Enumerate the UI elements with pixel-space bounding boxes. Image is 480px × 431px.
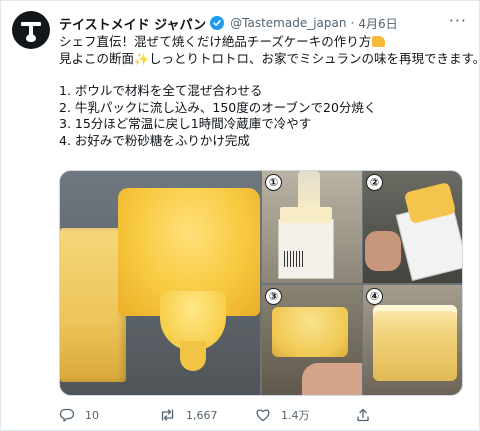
share-icon [357, 408, 369, 422]
tweet-line-2b-text: しっとりトロトロ、お家でミシュランの味を再現できます。 [148, 50, 480, 66]
avatar[interactable] [12, 11, 50, 49]
checkmark-icon [213, 20, 221, 26]
tweet-text: シェフ直伝！混ぜて焼くだけ絶品チーズケーキの作り方 見よこの断面✨しっとりトロト… [59, 34, 480, 149]
reply-icon [59, 408, 75, 422]
reply-count: 10 [85, 408, 99, 422]
step-number-3: ③ [265, 288, 282, 305]
verified-badge-icon [210, 16, 225, 30]
step-photo-4[interactable]: ④ [363, 285, 462, 395]
step-line-3: 3. 15分ほど常温に戻し1時間冷蔵庫で冷やす [59, 116, 312, 131]
step-number-4: ④ [366, 288, 383, 305]
display-name[interactable]: テイストメイド ジャパン [59, 14, 206, 33]
pouring-batter [298, 171, 320, 211]
retweet-icon [161, 409, 174, 421]
tweet-line-1: シェフ直伝！混ぜて焼くだけ絶品チーズケーキの作り方 [59, 34, 469, 51]
milk-carton [278, 219, 334, 279]
separator: · [350, 16, 355, 30]
step-number-1: ① [265, 174, 282, 191]
tweet-header: テイストメイド ジャパン @Tastemade_japan · 4月6日 [59, 13, 398, 33]
retweet-count: 1,667 [186, 408, 218, 422]
share-button[interactable] [355, 405, 371, 425]
media-grid[interactable]: ① ② ③ ④ [59, 170, 463, 396]
hand [365, 231, 401, 271]
barcode [284, 251, 304, 267]
heart-icon [256, 409, 270, 422]
step-line-2: 2. 牛乳パックに流し込み、150度のオーブンで20分焼く [59, 99, 377, 115]
finished-cake [373, 305, 457, 381]
tweet-line-2: 見よこの断面✨しっとりトロトロ、お家でミシュランの味を再現できます。 [59, 50, 480, 68]
action-bar: 10 1,667 1.4万 [59, 405, 469, 425]
step-photo-1[interactable]: ① [262, 171, 362, 283]
retweet-button[interactable]: 1,667 [159, 405, 218, 425]
handle[interactable]: @Tastemade_japan [230, 16, 346, 30]
hand [302, 363, 362, 395]
tweet-line-2a-text: 見よこの断面 [59, 50, 135, 66]
batter-surface [280, 207, 332, 223]
tweet-date[interactable]: 4月6日 [358, 15, 397, 32]
like-count: 1.4万 [281, 409, 310, 422]
step-photo-2[interactable]: ② [363, 171, 462, 283]
cheesecake-photo[interactable] [60, 171, 260, 395]
step-line-1: 1. ボウルで材料を全て混ぜ合わせる [59, 83, 263, 98]
tweet-line-1-text: シェフ直伝！混ぜて焼くだけ絶品チーズケーキの作り方 [59, 34, 372, 49]
reply-button[interactable]: 10 [59, 405, 99, 425]
step-photo-3[interactable]: ③ [262, 285, 362, 395]
cake-slice [60, 228, 126, 382]
step-number-2: ② [366, 174, 383, 191]
tweet-card[interactable]: テイストメイド ジャパン @Tastemade_japan · 4月6日 ···… [0, 0, 480, 431]
cake-in-carton [272, 307, 348, 357]
cake-drip-tail [180, 341, 206, 371]
logo-drop [26, 34, 36, 42]
step-line-4: 4. お好みで粉砂糖をふりかけ完成 [59, 132, 250, 148]
more-options-icon[interactable]: ··· [449, 11, 467, 30]
sparkles-icon: ✨ [134, 51, 149, 66]
like-button[interactable]: 1.4万 [255, 405, 310, 425]
cheese-icon [372, 36, 386, 47]
